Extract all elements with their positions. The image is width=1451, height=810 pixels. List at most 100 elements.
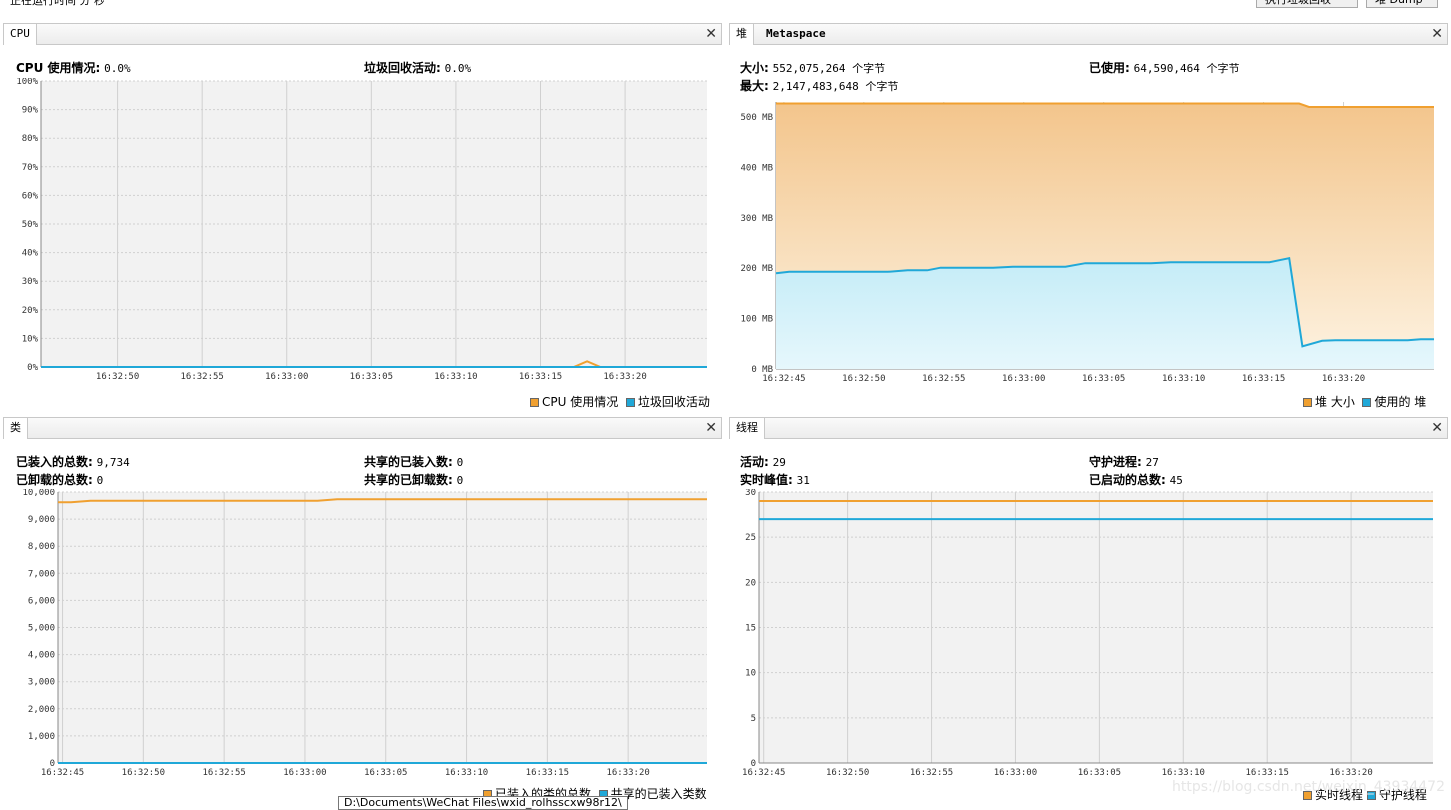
x-tick-label: 16:33:15 [526,768,569,778]
tab-threads[interactable]: 线程 [730,418,765,439]
heap-panel-header: 堆 Metaspace ✕ [729,23,1448,45]
x-tick-label: 16:33:05 [350,372,393,382]
y-tick-label: 50% [22,220,39,230]
classes-panel: 类 ✕ 已装入的总数: 9,734 已卸载的总数: 0 共享的已装入数: 0 共… [3,417,722,806]
y-tick-label: 15 [745,624,756,634]
y-tick-label: 10 [745,669,756,679]
top-strip: 正在运行时间 分 秒 执行垃圾回收 堆 Dump [0,0,1451,20]
heap-size-value: 552,075,264 个字节 [772,62,886,75]
y-tick-label: 20 [745,578,756,588]
x-tick-label: 16:32:45 [762,374,805,384]
threads-panel: 线程 ✕ 活动: 29 实时峰值: 31 守护进程: 27 已启动的总数: 45… [729,417,1448,806]
started-threads-stat: 已启动的总数: 45 [1089,471,1183,488]
cpu-legend: CPU 使用情况 垃圾回收活动 [530,393,710,410]
legend-swatch-cpu [530,398,539,407]
started-threads-value: 45 [1169,474,1183,487]
legend-label-cpu: CPU 使用情况 [542,395,619,409]
live-threads-stat: 活动: 29 [740,453,786,470]
x-tick-label: 16:32:45 [41,768,84,778]
y-tick-label: 3,000 [28,678,55,688]
tab-cpu[interactable]: CPU [4,24,37,45]
peak-threads-label: 实时峰值: [740,473,793,487]
gc-activity-stat: 垃圾回收活动: 0.0% [364,59,471,76]
y-tick-label: 500 MB [740,113,773,123]
x-tick-label: 16:32:55 [922,374,965,384]
y-tick-label: 10,000 [22,489,55,498]
close-icon[interactable]: ✕ [705,420,717,436]
perform-gc-button[interactable]: 执行垃圾回收 [1256,0,1358,8]
x-tick-label: 16:33:05 [1082,374,1125,384]
threads-chart: 05101520253016:32:45 16:32:50 16:32:55 16:3… [742,489,1433,778]
y-tick-label: 80% [22,134,39,144]
heap-max-label: 最大: [740,79,769,93]
x-tick-label: 16:33:00 [283,768,326,778]
x-tick-label: 16:33:15 [519,372,562,382]
cpu-usage-stat: CPU 使用情况: 0.0% [16,59,131,76]
x-tick-label: 16:32:50 [96,372,139,382]
close-icon[interactable]: ✕ [705,26,717,42]
tab-classes[interactable]: 类 [4,418,28,439]
x-tick-label: 16:33:10 [445,768,488,778]
loaded-classes-value: 9,734 [96,456,130,469]
started-threads-label: 已启动的总数: [1089,473,1166,487]
legend-label-gc: 垃圾回收活动 [637,395,710,409]
unloaded-classes-value: 0 [96,474,104,487]
y-tick-label: 20% [22,306,39,316]
heap-max-stat: 最大: 2,147,483,648 个字节 [740,77,898,94]
x-tick-label: 16:33:00 [265,372,308,382]
close-icon[interactable]: ✕ [1431,420,1443,436]
y-tick-label: 40% [22,249,39,259]
gc-activity-label: 垃圾回收活动: [364,61,441,75]
heap-dump-button[interactable]: 堆 Dump [1366,0,1438,8]
y-tick-label: 400 MB [740,163,773,173]
y-tick-label: 10% [22,334,39,344]
tab-heap[interactable]: 堆 [730,24,754,45]
x-tick-label: 16:33:05 [364,768,407,778]
x-tick-label: 16:32:55 [910,768,953,778]
cpu-panel-header: CPU ✕ [3,23,722,45]
legend-label-heap-size: 堆 大小 [1315,395,1355,409]
heap-used-stat: 已使用: 64,590,464 个字节 [1089,59,1240,76]
y-tick-label: 100 MB [740,315,773,325]
shared-loaded-stat: 共享的已装入数: 0 [364,453,463,470]
legend-label-heap-used: 使用的 堆 [1374,395,1427,409]
heap-panel: 堆 Metaspace ✕ 大小: 552,075,264 个字节 最大: 2,… [729,23,1448,413]
uptime-label: 正在运行时间 分 秒 [10,0,105,7]
x-tick-label: 16:33:10 [1162,374,1205,384]
x-tick-label: 16:32:50 [122,768,165,778]
y-tick-label: 9,000 [28,515,55,525]
cpu-chart: 0% 10% 20% 30% 40% 50% 60% 70% 80% 90% 100% 16:32:5… [16,78,707,382]
peak-threads-value: 31 [796,474,810,487]
path-tooltip: D:\Documents\WeChat Files\wxid_rolhsscxw… [338,796,628,810]
x-tick-label: 16:33:05 [1078,768,1121,778]
x-tick-label: 16:33:10 [434,372,477,382]
x-tick-label: 16:33:20 [1322,374,1365,384]
x-tick-label: 16:33:00 [994,768,1037,778]
unloaded-classes-stat: 已卸载的总数: 0 [16,471,103,488]
legend-swatch-heap-used [1362,398,1372,407]
y-tick-label: 30 [745,489,756,498]
x-tick-label: 16:32:50 [826,768,869,778]
x-tick-label: 16:33:15 [1242,374,1285,384]
legend-swatch-gc [625,398,635,407]
y-tick-label: 6,000 [28,596,55,606]
x-tick-label: 16:33:15 [1246,768,1289,778]
x-tick-label: 16:32:55 [180,372,223,382]
shared-loaded-label: 共享的已装入数: [364,455,453,469]
y-tick-label: 5 [751,714,756,724]
loaded-classes-stat: 已装入的总数: 9,734 [16,453,130,470]
shared-unloaded-value: 0 [456,474,464,487]
y-tick-label: 60% [22,191,39,201]
shared-loaded-value: 0 [456,456,464,469]
close-icon[interactable]: ✕ [1431,26,1443,42]
y-tick-label: 90% [22,106,39,116]
cpu-panel: CPU ✕ CPU 使用情况: 0.0% 垃圾回收活动: 0.0% 0% 10% 2… [3,23,722,413]
shared-unloaded-stat: 共享的已卸载数: 0 [364,471,463,488]
tab-metaspace[interactable]: Metaspace [760,24,832,45]
x-tick-label: 16:32:45 [742,768,785,778]
loaded-classes-label: 已装入的总数: [16,455,93,469]
y-tick-label: 5,000 [28,624,55,634]
cpu-usage-value: 0.0% [104,62,131,75]
daemon-threads-stat: 守护进程: 27 [1089,453,1159,470]
heap-size-stat: 大小: 552,075,264 个字节 [740,59,885,76]
